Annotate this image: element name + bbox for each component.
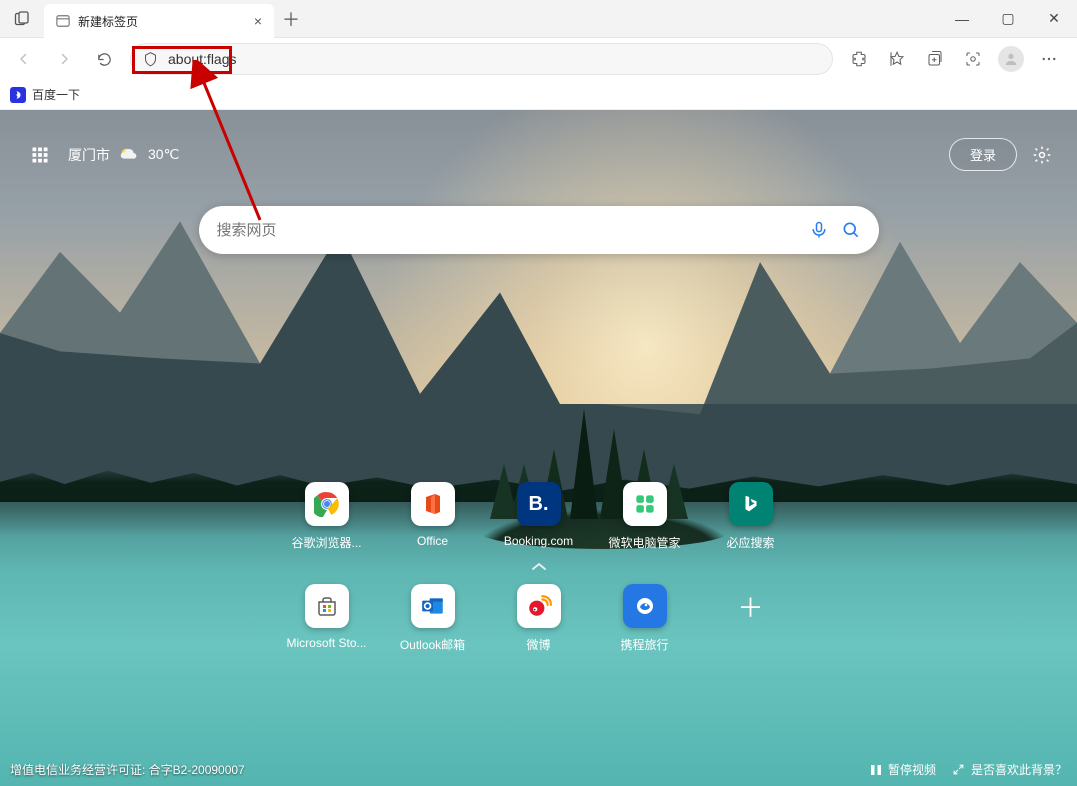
more-menu-button[interactable] xyxy=(1031,43,1067,75)
window-controls: — ▢ ✕ xyxy=(939,0,1077,37)
back-button[interactable] xyxy=(6,43,42,75)
toolbar-right xyxy=(841,43,1071,75)
voice-search-icon[interactable] xyxy=(809,220,829,240)
quick-link-booking[interactable]: B. Booking.com xyxy=(486,482,592,574)
pause-video-button[interactable]: 暂停视频 xyxy=(870,761,936,778)
quick-link-bing[interactable]: 必应搜索 xyxy=(698,482,804,574)
quick-link-office[interactable]: Office xyxy=(380,482,486,574)
titlebar-drag xyxy=(308,0,939,37)
quick-link-pcmanager[interactable]: 微软电脑管家 xyxy=(592,482,698,574)
app-launcher-button[interactable] xyxy=(24,139,56,171)
quick-link-add[interactable]: ＋ . xyxy=(698,584,804,676)
ntp-header: 厦门市 30℃ 登录 xyxy=(0,138,1077,171)
quick-link-label: 必应搜索 xyxy=(726,534,774,551)
profile-button[interactable] xyxy=(993,43,1029,75)
extensions-icon[interactable] xyxy=(841,43,877,75)
weather-temp: 30℃ xyxy=(148,146,179,163)
quick-link-tile-icon xyxy=(623,482,667,526)
quick-link-weibo[interactable]: 微博 xyxy=(486,584,592,676)
bookmark-favicon-icon xyxy=(10,87,26,103)
license-text: 增值电信业务经营许可证: 合字B2-20090007 xyxy=(10,761,870,778)
background-feedback-button[interactable]: 是否喜欢此背景？ xyxy=(952,761,1067,778)
quick-link-tile-icon: B. xyxy=(517,482,561,526)
quick-links: 谷歌浏览器... Office B. Booking.com 微软电脑管家 必应… xyxy=(274,482,804,676)
toolbar xyxy=(0,38,1077,80)
quick-link-tile-icon xyxy=(517,584,561,628)
quick-link-label: Booking.com xyxy=(504,534,573,548)
quick-link-label: 携程旅行 xyxy=(620,636,668,653)
bookmark-item[interactable]: 百度一下 xyxy=(10,86,80,103)
quick-link-label: 谷歌浏览器... xyxy=(291,534,361,551)
window-minimize-button[interactable]: — xyxy=(939,0,985,37)
quick-link-tile-icon xyxy=(411,584,455,628)
search-icon[interactable] xyxy=(841,220,861,240)
quick-link-label: Office xyxy=(417,534,448,548)
pause-icon xyxy=(870,764,882,776)
quick-link-chrome[interactable]: 谷歌浏览器... xyxy=(274,482,380,574)
screenshot-icon[interactable] xyxy=(955,43,991,75)
url-input[interactable] xyxy=(168,51,820,67)
collections-icon[interactable] xyxy=(917,43,953,75)
quick-link-label: Microsoft Sto... xyxy=(286,636,366,650)
plus-icon: ＋ xyxy=(729,584,773,628)
ntp-footer: 增值电信业务经营许可证: 合字B2-20090007 暂停视频 是否喜欢此背景？ xyxy=(0,761,1077,778)
tab-active[interactable]: 新建标签页 × xyxy=(44,4,274,38)
search-box[interactable] xyxy=(199,206,879,254)
bookmark-label: 百度一下 xyxy=(32,86,80,103)
quick-link-tile-icon xyxy=(623,584,667,628)
address-bar[interactable] xyxy=(130,43,833,75)
quick-link-ctrip[interactable]: 携程旅行 xyxy=(592,584,698,676)
weather-icon xyxy=(118,144,140,166)
weather-widget[interactable]: 厦门市 30℃ xyxy=(68,144,179,166)
tab-favicon-icon xyxy=(56,14,70,28)
bookmarks-bar: 百度一下 xyxy=(0,80,1077,110)
ntp-content: 厦门市 30℃ 登录 谷 xyxy=(0,110,1077,786)
search-input[interactable] xyxy=(217,222,797,239)
forward-button[interactable] xyxy=(46,43,82,75)
tab-title: 新建标签页 xyxy=(78,13,246,30)
refresh-button[interactable] xyxy=(86,43,122,75)
settings-button[interactable] xyxy=(1031,144,1053,166)
window-maximize-button[interactable]: ▢ xyxy=(985,0,1031,37)
site-info-icon[interactable] xyxy=(143,52,158,67)
quick-link-tile-icon xyxy=(305,482,349,526)
quick-link-tile-icon xyxy=(411,482,455,526)
titlebar: 新建标签页 × ＋ — ▢ ✕ xyxy=(0,0,1077,38)
weather-city: 厦门市 xyxy=(68,145,110,165)
quick-link-tile-icon xyxy=(729,482,773,526)
tab-close-button[interactable]: × xyxy=(254,13,262,29)
login-button[interactable]: 登录 xyxy=(949,138,1017,171)
quick-link-msstore[interactable]: Microsoft Sto... xyxy=(274,584,380,676)
quick-link-outlook[interactable]: Outlook邮箱 xyxy=(380,584,486,676)
window-close-button[interactable]: ✕ xyxy=(1031,0,1077,37)
favorites-icon[interactable] xyxy=(879,43,915,75)
expand-icon xyxy=(952,763,965,776)
quick-link-label: 微博 xyxy=(526,636,550,653)
tab-actions-button[interactable] xyxy=(0,0,44,37)
new-tab-button[interactable]: ＋ xyxy=(274,0,308,37)
quick-link-label: Outlook邮箱 xyxy=(400,636,465,653)
quick-link-label: 微软电脑管家 xyxy=(608,534,680,551)
avatar-icon xyxy=(998,46,1024,72)
search-container xyxy=(199,206,879,254)
quick-link-tile-icon xyxy=(305,584,349,628)
